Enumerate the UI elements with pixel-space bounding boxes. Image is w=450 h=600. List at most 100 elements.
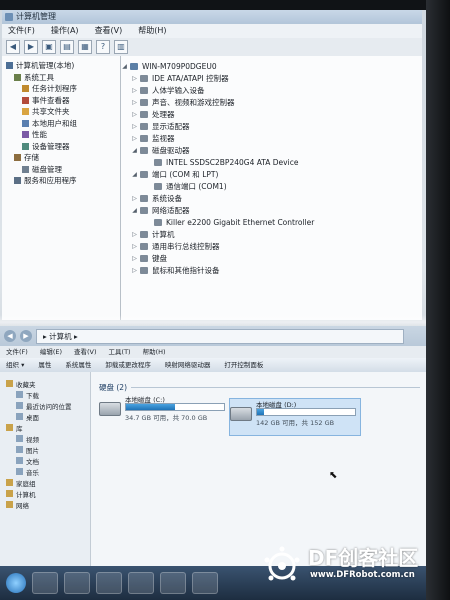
device-category[interactable]: ▷ 计算机 (121, 228, 422, 240)
show-hide-tree-icon[interactable]: ▤ (60, 40, 74, 54)
command-button[interactable]: 系统属性 (65, 358, 91, 372)
taskbar-app-icon[interactable] (128, 572, 154, 594)
forward-icon[interactable]: ▶ (24, 40, 38, 54)
address-bar[interactable]: ▸ 计算机 ▸ (36, 328, 404, 344)
expand-icon[interactable]: ▷ (131, 243, 138, 250)
explorer-menu-item[interactable]: 文件(F) (6, 346, 28, 358)
tree-item[interactable]: 计算机管理(本地) (2, 60, 120, 72)
nav-item[interactable]: 家庭组 (0, 477, 90, 488)
device-category[interactable]: ▷ 监视器 (121, 132, 422, 144)
device-root[interactable]: ◢ WIN-M709P0DGEU0 (121, 60, 422, 72)
help-icon[interactable]: ? (96, 40, 110, 54)
command-button[interactable]: 卸载或更改程序 (105, 358, 151, 372)
collapse-icon[interactable]: ◢ (131, 147, 138, 154)
tree-item[interactable]: 本地用户和组 (2, 118, 120, 130)
tree-item[interactable]: 存储 (2, 152, 120, 164)
scan-hardware-icon[interactable]: ▥ (114, 40, 128, 54)
back-icon[interactable]: ◀ (4, 330, 16, 342)
tree-item[interactable]: 共享文件夹 (2, 106, 120, 118)
cm-menubar: 文件(F) 操作(A) 查看(V) 帮助(H) (2, 24, 422, 38)
tree-item[interactable]: 磁盘管理 (2, 164, 120, 176)
device-category[interactable]: ▷ IDE ATA/ATAPI 控制器 (121, 72, 422, 84)
expand-icon[interactable]: ▷ (131, 99, 138, 106)
nav-item[interactable]: 网络 (0, 499, 90, 510)
tree-item[interactable]: 事件查看器 (2, 95, 120, 107)
nav-item[interactable]: 视频 (0, 433, 90, 444)
command-button[interactable]: 映射网络驱动器 (165, 358, 211, 372)
device-category[interactable]: ▷ 处理器 (121, 108, 422, 120)
nav-item[interactable]: 库 (0, 422, 90, 433)
taskbar-media-icon[interactable] (96, 572, 122, 594)
explorer-menu-item[interactable]: 查看(V) (74, 346, 97, 358)
device-label: 声音、视频和游戏控制器 (152, 97, 235, 107)
nav-item[interactable]: 下载 (0, 389, 90, 400)
nav-item[interactable]: 计算机 (0, 488, 90, 499)
expand-icon[interactable]: ▷ (131, 135, 138, 142)
forward-icon[interactable]: ▶ (20, 330, 32, 342)
device-label: 磁盘驱动器 (152, 145, 190, 155)
device-item[interactable]: INTEL SSDSC2BP240G4 ATA Device (121, 156, 422, 168)
nav-item[interactable]: 文档 (0, 455, 90, 466)
nav-item[interactable]: 桌面 (0, 411, 90, 422)
device-label: IDE ATA/ATAPI 控制器 (152, 73, 229, 83)
expand-icon[interactable]: ▷ (131, 255, 138, 262)
nav-icon (16, 402, 23, 409)
properties-icon[interactable]: ▦ (78, 40, 92, 54)
nav-item[interactable]: 最近访问的位置 (0, 400, 90, 411)
cm-menu-item[interactable]: 操作(A) (51, 24, 79, 38)
device-category[interactable]: ◢ 端口 (COM 和 LPT) (121, 168, 422, 180)
start-button[interactable] (6, 573, 26, 593)
nav-item[interactable]: 音乐 (0, 466, 90, 477)
command-button[interactable]: 组织 ▾ (6, 358, 24, 372)
explorer-menu-item[interactable]: 编辑(E) (40, 346, 62, 358)
expand-icon[interactable]: ▷ (131, 267, 138, 274)
device-category[interactable]: ▷ 系统设备 (121, 192, 422, 204)
nav-item[interactable]: 收藏夹 (0, 378, 90, 389)
cm-titlebar[interactable]: 计算机管理 (2, 10, 422, 24)
drive-tile[interactable]: 本地磁盘 (D:) 142 GB 可用，共 152 GB (229, 398, 361, 436)
expand-icon[interactable]: ▷ (131, 231, 138, 238)
tree-item[interactable]: 设备管理器 (2, 141, 120, 153)
collapse-icon[interactable]: ◢ (131, 171, 138, 178)
dfrobot-logo-icon (264, 546, 300, 581)
device-category[interactable]: ▷ 显示适配器 (121, 120, 422, 132)
explorer-menu-item[interactable]: 工具(T) (109, 346, 131, 358)
tree-item[interactable]: 性能 (2, 129, 120, 141)
up-folder-icon[interactable]: ▣ (42, 40, 56, 54)
expand-icon[interactable]: ▷ (131, 111, 138, 118)
tree-item[interactable]: 系统工具 (2, 72, 120, 84)
expand-icon[interactable]: ▷ (131, 123, 138, 130)
device-category[interactable]: ◢ 网络适配器 (121, 204, 422, 216)
expand-icon[interactable]: ▷ (131, 87, 138, 94)
device-category[interactable]: ▷ 键盘 (121, 252, 422, 264)
device-category[interactable]: ▷ 鼠标和其他指针设备 (121, 264, 422, 276)
expand-icon[interactable]: ▷ (131, 195, 138, 202)
command-button[interactable]: 打开控制面板 (224, 358, 263, 372)
nav-item[interactable]: 图片 (0, 444, 90, 455)
device-category[interactable]: ▷ 声音、视频和游戏控制器 (121, 96, 422, 108)
device-item[interactable]: 通信端口 (COM1) (121, 180, 422, 192)
expand-icon[interactable]: ▷ (131, 75, 138, 82)
monitor-top-edge (0, 0, 450, 10)
taskbar-app-icon[interactable] (160, 572, 186, 594)
explorer-menu-item[interactable]: 帮助(H) (143, 346, 166, 358)
collapse-icon[interactable]: ◢ (121, 63, 128, 70)
back-icon[interactable]: ◀ (6, 40, 20, 54)
computer-management-icon (5, 13, 13, 21)
cm-menu-item[interactable]: 帮助(H) (138, 24, 166, 38)
command-button[interactable]: 属性 (38, 358, 51, 372)
taskbar-ie-icon[interactable] (32, 572, 58, 594)
drive-tile[interactable]: 本地磁盘 (C:) 34.7 GB 可用，共 70.0 GB (99, 394, 229, 430)
cm-menu-item[interactable]: 查看(V) (95, 24, 123, 38)
device-category[interactable]: ▷ 通用串行总线控制器 (121, 240, 422, 252)
tree-item[interactable]: 服务和应用程序 (2, 175, 120, 187)
collapse-icon[interactable]: ◢ (131, 207, 138, 214)
tree-item[interactable]: 任务计划程序 (2, 83, 120, 95)
device-category[interactable]: ▷ 人体学输入设备 (121, 84, 422, 96)
taskbar-explorer-icon[interactable] (64, 572, 90, 594)
taskbar-computer-management-icon[interactable] (192, 572, 218, 594)
device-item[interactable]: Killer e2200 Gigabit Ethernet Controller (121, 216, 422, 228)
cm-menu-item[interactable]: 文件(F) (8, 24, 35, 38)
device-category[interactable]: ◢ 磁盘驱动器 (121, 144, 422, 156)
device-label: Killer e2200 Gigabit Ethernet Controller (166, 217, 315, 227)
